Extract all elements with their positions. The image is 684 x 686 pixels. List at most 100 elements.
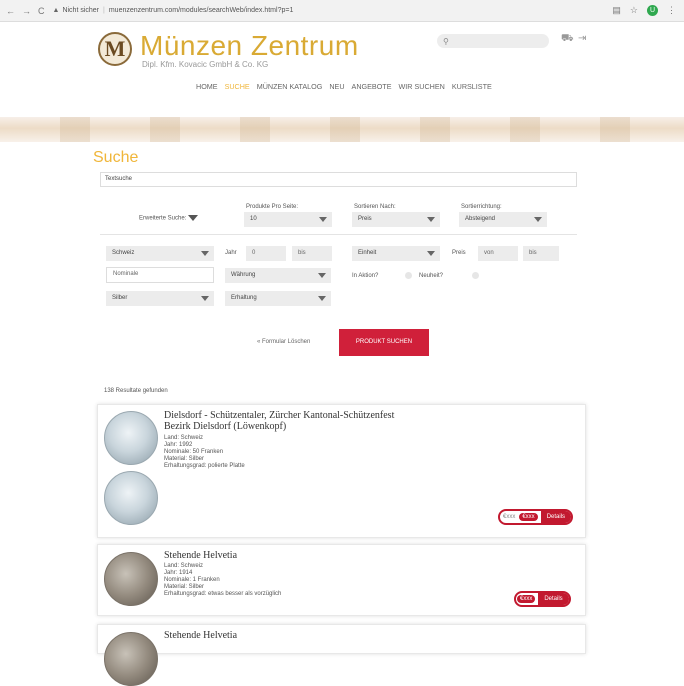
translate-icon[interactable]: ▤ — [612, 5, 621, 16]
result-nominal: Nominale: 1 Franken — [164, 577, 220, 583]
coin-obverse-image[interactable] — [104, 411, 158, 465]
material-select[interactable]: Silber — [106, 291, 214, 306]
search-product-button[interactable]: PRODUKT SUCHEN — [339, 329, 429, 356]
site-header: M Münzen Zentrum Dipl. Kfm. Kovacic GmbH… — [0, 22, 684, 117]
clear-form-link[interactable]: « Formular Löschen — [257, 339, 310, 345]
result-title[interactable]: Dielsdorf - Schützentaler, Zürcher Kanto… — [164, 410, 394, 421]
chevron-down-icon — [201, 251, 209, 256]
menu-item-suche[interactable]: SUCHE — [225, 82, 250, 91]
price-label: Preis — [452, 250, 466, 256]
back-icon[interactable]: ← — [6, 6, 15, 16]
price-from-input[interactable]: von — [478, 246, 518, 261]
address-separator: | — [103, 7, 105, 14]
details-button[interactable]: Details — [538, 593, 569, 605]
logo-icon[interactable]: M — [98, 32, 132, 66]
chevron-down-icon — [427, 217, 435, 222]
browser-nav: ← → C — [6, 6, 45, 16]
year-from-input[interactable]: 0 — [246, 246, 286, 261]
menu-item-katalog[interactable]: MÜNZEN KATALOG — [257, 82, 323, 91]
result-country: Land: Schweiz — [164, 435, 204, 441]
chevron-down-icon — [201, 296, 209, 301]
warning-icon: ▲ — [52, 7, 60, 14]
menu-item-wir-suchen[interactable]: WIR SUCHEN — [399, 82, 445, 91]
details-button[interactable]: Details — [540, 511, 572, 523]
result-card[interactable]: Dielsdorf - Schützentaler, Zürcher Kanto… — [97, 404, 586, 538]
price-to-input[interactable]: bis — [523, 246, 559, 261]
login-icon[interactable]: ⇥ — [578, 33, 586, 44]
text-search-input[interactable]: Textsuche — [100, 172, 577, 187]
price-badge[interactable]: €xxx €xxx Details — [498, 509, 574, 525]
star-icon[interactable]: ☆ — [630, 5, 638, 16]
country-value: Schweiz — [112, 250, 135, 256]
products-per-page-label: Produkte Pro Seite: — [246, 204, 299, 210]
page-title: Suche — [93, 149, 139, 166]
result-nominal: Nominale: 50 Franken — [164, 449, 224, 455]
country-select[interactable]: Schweiz — [106, 246, 214, 261]
condition-value: Erhaltung — [231, 295, 257, 301]
result-title-line2[interactable]: Bezirk Dielsdorf (Löwenkopf) — [164, 421, 286, 432]
products-per-page-select[interactable]: 10 — [244, 212, 332, 227]
chevron-down-icon — [318, 296, 326, 301]
menu-item-home[interactable]: HOME — [196, 82, 218, 91]
products-per-page-value: 10 — [250, 216, 257, 222]
form-divider — [100, 234, 577, 235]
price-chf-value: €xxx — [517, 595, 536, 603]
extended-search-label[interactable]: Erweiterte Suche: — [139, 215, 199, 222]
result-card[interactable]: Stehende Helvetia — [97, 624, 586, 686]
chevron-down-icon — [318, 273, 326, 278]
menu-dots-icon[interactable]: ⋮ — [667, 5, 676, 16]
condition-select[interactable]: Erhaltung — [225, 291, 331, 306]
search-icon: ⚲ — [443, 36, 449, 46]
result-country: Land: Schweiz — [164, 563, 204, 569]
nominal-input[interactable]: Nominale — [106, 267, 214, 283]
result-year: Jahr: 1914 — [164, 570, 193, 576]
result-title[interactable]: Stehende Helvetia — [164, 630, 237, 641]
in-action-checkbox[interactable] — [405, 272, 412, 279]
new-checkbox[interactable] — [472, 272, 479, 279]
coin-reverse-image[interactable] — [104, 471, 158, 525]
extension-icon[interactable]: U — [647, 5, 658, 16]
triangle-down-icon — [188, 215, 199, 221]
cart-icon[interactable]: ⛟ — [561, 33, 574, 46]
site-title[interactable]: Münzen Zentrum — [140, 30, 359, 62]
header-search-input[interactable]: ⚲ — [437, 34, 549, 48]
result-year: Jahr: 1992 — [164, 442, 193, 448]
currency-select[interactable]: Währung — [225, 268, 331, 283]
sort-by-label: Sortieren Nach: — [354, 204, 396, 210]
main-menu: HOME SUCHE MÜNZEN KATALOG NEU ANGEBOTE W… — [196, 82, 492, 91]
result-material: Material: Silber — [164, 456, 205, 462]
menu-item-neu[interactable]: NEU — [329, 82, 344, 91]
chevron-down-icon — [534, 217, 542, 222]
result-card[interactable]: Stehende Helvetia Land: Schweiz Jahr: 19… — [97, 544, 586, 616]
price-value: €xxx — [503, 514, 516, 520]
result-condition: Erhaltungsgrad: polierte Platte — [164, 463, 245, 469]
unit-value: Einheit — [358, 250, 377, 256]
result-material: Material: Silber — [164, 584, 205, 590]
security-label: Nicht sicher — [62, 7, 100, 14]
reload-icon[interactable]: C — [38, 6, 45, 16]
address-bar[interactable]: ▲ Nicht sicher | muenzenzentrum.com/modu… — [53, 3, 613, 18]
year-to-input[interactable]: bis — [292, 246, 332, 261]
material-value: Silber — [112, 295, 128, 301]
url-text[interactable]: muenzenzentrum.com/modules/searchWeb/ind… — [109, 7, 294, 14]
coin-image[interactable] — [104, 552, 158, 606]
results-count: 138 Resultate gefunden — [104, 388, 168, 394]
coin-image[interactable] — [104, 632, 158, 686]
year-label: Jahr — [225, 250, 237, 256]
browser-actions: ▤ ☆ U ⋮ — [612, 5, 676, 16]
price-chf-value: €xxx — [519, 513, 538, 521]
currency-value: Währung — [231, 272, 256, 278]
menu-item-angebote[interactable]: ANGEBOTE — [352, 82, 392, 91]
sort-direction-select[interactable]: Absteigend — [459, 212, 547, 227]
unit-select[interactable]: Einheit — [352, 246, 440, 261]
forward-icon[interactable]: → — [22, 6, 31, 16]
search-page: Suche Textsuche Erweiterte Suche: Produk… — [0, 142, 684, 686]
price-badge[interactable]: €xxx Details — [514, 591, 571, 607]
chevron-down-icon — [427, 251, 435, 256]
sort-by-select[interactable]: Preis — [352, 212, 440, 227]
menu-item-kursliste[interactable]: KURSLISTE — [452, 82, 492, 91]
sort-direction-value: Absteigend — [465, 216, 496, 222]
result-title[interactable]: Stehende Helvetia — [164, 550, 237, 561]
site-subtitle: Dipl. Kfm. Kovacic GmbH & Co. KG — [142, 60, 269, 69]
result-condition: Erhaltungsgrad: etwas besser als vorzügl… — [164, 591, 282, 597]
